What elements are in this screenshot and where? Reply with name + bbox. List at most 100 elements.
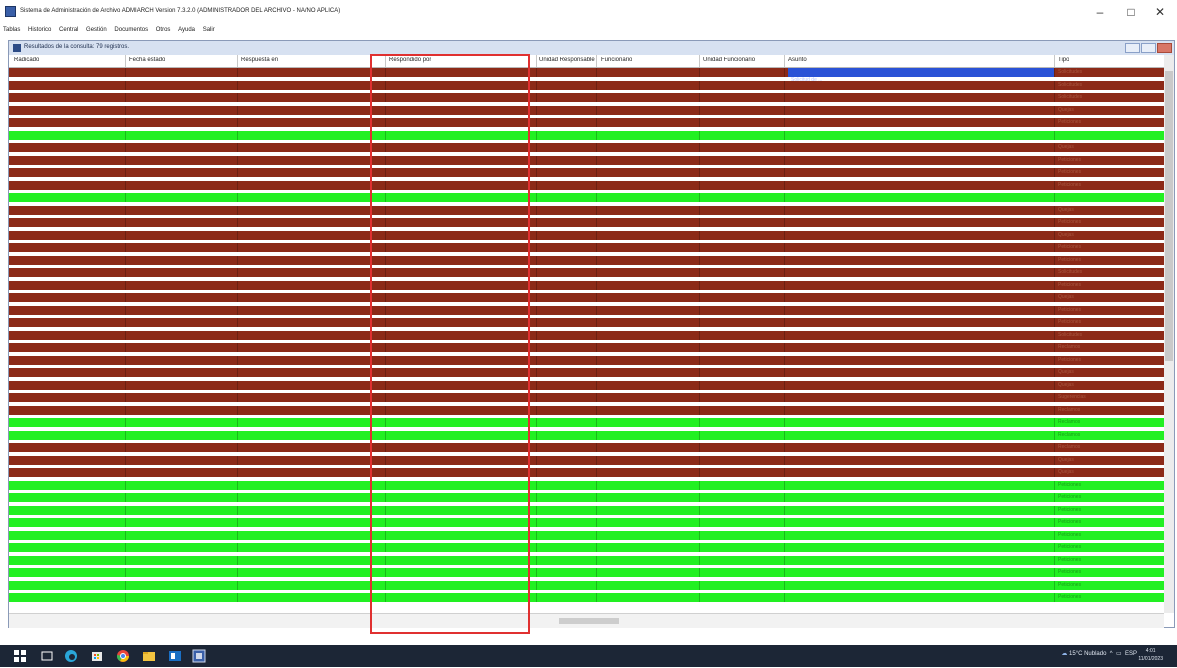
chevron-up-icon[interactable]: ^ (1110, 651, 1113, 657)
cell-tipo[interactable]: Solicitudes (1058, 81, 1082, 89)
chrome-icon[interactable] (116, 649, 130, 663)
cell-tipo[interactable]: Peticiones (1058, 243, 1081, 251)
cell-tipo[interactable]: Reclamos (1058, 443, 1080, 451)
table-row[interactable]: Quejas (9, 455, 1164, 465)
cell-tipo[interactable]: Peticiones (1058, 256, 1081, 264)
table-row[interactable]: Solicitudes (9, 93, 1164, 102)
cell-tipo[interactable]: Peticiones (1058, 481, 1081, 489)
cell-tipo[interactable]: Quejas (1058, 468, 1074, 476)
column-header-radicado[interactable]: Radicado (14, 57, 39, 63)
table-row[interactable]: Peticiones (9, 543, 1164, 552)
store-icon[interactable] (90, 649, 104, 663)
system-tray[interactable]: ☁ 15°C Nublado ^ ▭ ESP (1061, 650, 1137, 657)
table-row[interactable]: Peticiones (9, 305, 1164, 315)
table-row[interactable]: Solicitudes (9, 80, 1164, 90)
column-header-respuesta-en[interactable]: Respuesta en (241, 57, 278, 63)
cell-tipo[interactable]: Peticiones (1058, 581, 1081, 589)
table-row[interactable]: Quejas (9, 105, 1164, 115)
table-row[interactable]: Quejas (9, 468, 1164, 477)
cell-tipo[interactable]: Solicitudes (1058, 331, 1082, 339)
cell-tipo[interactable]: Peticiones (1058, 306, 1081, 314)
cell-tipo[interactable]: Peticiones (1058, 218, 1081, 226)
windows-start-icon[interactable] (13, 649, 27, 663)
table-row[interactable]: Quejas (9, 380, 1164, 390)
cell-tipo[interactable]: Peticiones (1058, 318, 1081, 326)
edge-browser-icon[interactable] (64, 649, 78, 663)
column-header-asunto[interactable]: Asunto (788, 57, 807, 63)
cell-tipo[interactable]: Quejas (1058, 381, 1074, 389)
table-row[interactable]: Peticiones (9, 580, 1164, 590)
menu-otros[interactable]: Otros (153, 24, 174, 33)
column-header-funcionario[interactable]: Funcionario (601, 57, 632, 63)
cell-tipo[interactable]: Peticiones (1058, 556, 1081, 564)
cell-tipo[interactable]: Peticiones (1058, 118, 1081, 126)
cell-tipo[interactable]: Peticiones (1058, 181, 1081, 189)
cell-tipo[interactable]: Reclamos (1058, 418, 1080, 426)
table-row[interactable] (9, 130, 1164, 140)
menu-historico[interactable]: Historico (25, 24, 54, 33)
cell-tipo[interactable]: Peticiones (1058, 168, 1081, 176)
cell-tipo[interactable]: Quejas (1058, 231, 1074, 239)
cell-tipo[interactable]: Quejas (1058, 143, 1074, 151)
table-row[interactable]: Solicitud de ... Solicitudes (9, 68, 1164, 83)
table-row[interactable]: Peticiones (9, 530, 1164, 540)
minimize-button[interactable]: – (1086, 4, 1114, 20)
menu-gestion[interactable]: Gestión (83, 24, 110, 33)
table-row[interactable] (9, 193, 1164, 202)
table-row[interactable]: Quejas (9, 230, 1164, 240)
results-restore-button[interactable] (1141, 43, 1156, 53)
cell-tipo[interactable]: Quejas (1058, 293, 1074, 301)
network-icon[interactable]: ▭ (1116, 651, 1122, 657)
menu-salir[interactable]: Salir (200, 24, 218, 33)
menu-documentos[interactable]: Documentos (111, 24, 151, 33)
table-row[interactable]: Peticiones (9, 280, 1164, 290)
menu-tablas[interactable]: Tablas (0, 24, 23, 33)
horizontal-scroll-thumb[interactable] (559, 618, 619, 624)
cell-tipo[interactable]: Solicitudes (1058, 68, 1082, 76)
column-header-unidad-responsable[interactable]: Unidad Responsable (539, 57, 595, 63)
vertical-scroll-thumb[interactable] (1165, 71, 1173, 361)
outlook-icon[interactable] (168, 649, 182, 663)
menu-central[interactable]: Central (56, 24, 81, 33)
table-row[interactable]: Peticiones (9, 118, 1164, 127)
table-row[interactable]: Reclamos (9, 405, 1164, 415)
vertical-scrollbar[interactable] (1164, 55, 1174, 613)
keyboard-language[interactable]: ESP (1125, 651, 1137, 657)
cell-tipo[interactable]: Peticiones (1058, 506, 1081, 514)
clock[interactable]: 4:01 11/01/2023 (1138, 647, 1163, 663)
task-view-icon[interactable] (40, 649, 54, 663)
cell-tipo[interactable]: Peticiones (1058, 156, 1081, 164)
table-row[interactable]: Reclamos (9, 430, 1164, 440)
table-row[interactable]: Reclamos (9, 343, 1164, 352)
column-header-unidad-funcionario[interactable]: Unidad Funcionario (703, 57, 755, 63)
table-row[interactable]: Peticiones (9, 243, 1164, 252)
table-row[interactable]: Peticiones (9, 593, 1164, 602)
table-row[interactable]: Peticiones (9, 180, 1164, 190)
maximize-button[interactable]: □ (1117, 4, 1145, 20)
cell-tipo[interactable]: Peticiones (1058, 281, 1081, 289)
table-row[interactable]: Peticiones (9, 555, 1164, 565)
close-button[interactable]: ✕ (1146, 4, 1174, 20)
horizontal-scrollbar[interactable] (9, 613, 1164, 628)
table-row[interactable]: Quejas (9, 293, 1164, 302)
menu-ayuda[interactable]: Ayuda (175, 24, 198, 33)
table-row[interactable]: Peticiones (9, 505, 1164, 515)
table-row[interactable]: Reclamos (9, 443, 1164, 452)
cell-tipo[interactable]: Quejas (1058, 368, 1074, 376)
table-row[interactable]: Solicitudes (9, 330, 1164, 340)
cell-tipo[interactable]: Peticiones (1058, 531, 1081, 539)
table-row[interactable]: Quejas (9, 205, 1164, 215)
table-row[interactable]: Reclamos (9, 418, 1164, 427)
table-row[interactable]: Peticiones (9, 480, 1164, 490)
cell-tipo[interactable]: Peticiones (1058, 518, 1081, 526)
table-row[interactable]: Peticiones (9, 518, 1164, 527)
admiarch-app-icon[interactable] (192, 649, 206, 663)
cell-tipo[interactable]: Quejas (1058, 456, 1074, 464)
cell-tipo[interactable]: Quejas (1058, 206, 1074, 214)
cell-tipo[interactable]: Reclamos (1058, 431, 1080, 439)
cell-tipo[interactable]: Quejas (1058, 106, 1074, 114)
column-header-tipo[interactable]: Tipo (1058, 57, 1069, 63)
cell-tipo[interactable]: Sugerencias (1058, 393, 1086, 401)
cell-tipo[interactable]: Peticiones (1058, 493, 1081, 501)
file-explorer-icon[interactable] (142, 649, 156, 663)
